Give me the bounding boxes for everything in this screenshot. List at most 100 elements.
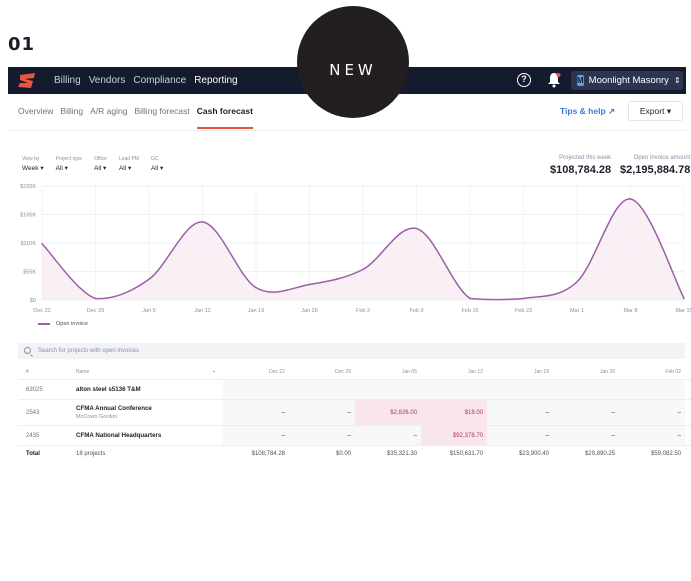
table-cell	[421, 380, 487, 399]
row-name-cell: CFMA Annual Conference McCown Gordon	[68, 405, 213, 420]
tab-cash-forecast[interactable]: Cash forecast	[196, 106, 254, 130]
column-header[interactable]: Jan 12	[421, 364, 487, 379]
caret-down-icon: ▾	[103, 165, 107, 172]
data-point	[362, 268, 364, 271]
filter-gc[interactable]: GC All ▾	[151, 156, 163, 172]
app-logo-icon[interactable]	[18, 72, 38, 89]
y-tick-label: $0	[30, 298, 36, 304]
notification-bell-icon[interactable]	[547, 72, 561, 88]
tab-billing-forecast[interactable]: Billing forecast	[134, 106, 189, 130]
project-name[interactable]: CFMA Annual Conference	[76, 405, 213, 412]
search-placeholder: Search for projects with open invoices	[38, 348, 140, 354]
project-search[interactable]: Search for projects with open invoices	[18, 343, 685, 359]
tab-billing[interactable]: Billing	[60, 106, 83, 130]
table-row[interactable]: 2435 CFMA National Headquarters – – – $9…	[18, 426, 691, 446]
table-cell: –	[619, 400, 685, 425]
column-header[interactable]: Jan 26	[553, 364, 619, 379]
data-point	[522, 297, 525, 300]
total-cell: $23,900.40	[518, 451, 549, 457]
help-icon[interactable]: ?	[517, 73, 531, 87]
total-cell: $150,631.70	[449, 451, 483, 457]
table-cell: –	[289, 426, 355, 445]
column-header[interactable]: Name	[68, 369, 213, 375]
table-cell	[553, 380, 619, 399]
caret-down-icon: ▾	[666, 106, 672, 116]
row-name-cell: CFMA National Headquarters	[68, 432, 213, 439]
table-cell	[289, 380, 355, 399]
x-tick-label: Jan 12	[194, 308, 211, 314]
filter-value: All	[93, 165, 102, 172]
column-header[interactable]: Jan 05	[355, 364, 421, 379]
table-cell: –	[487, 400, 553, 425]
filter-label: View by	[22, 156, 40, 162]
filter-project-type[interactable]: Project type All ▾	[56, 156, 82, 172]
filter-value: All	[150, 165, 159, 172]
chart-legend: Open invoice	[38, 321, 88, 327]
search-icon	[24, 347, 31, 354]
x-tick-label: Dec 29	[87, 308, 104, 314]
y-tick-label: $220K	[20, 184, 36, 190]
total-cell: $108,784.28	[251, 451, 285, 457]
filter-label: GC	[150, 156, 159, 162]
data-point	[255, 286, 257, 289]
x-tick-label: Feb 9	[409, 308, 423, 314]
table-cell: –	[289, 400, 355, 425]
project-name[interactable]: CFMA National Headquarters	[76, 432, 213, 439]
table-cell: $2,826.00	[355, 400, 421, 425]
export-button[interactable]: Export ▾	[628, 101, 683, 121]
y-tick-label: $110K	[21, 241, 37, 247]
table-cell: –	[553, 426, 619, 445]
table-cell: –	[619, 426, 685, 445]
total-cell: $35,321.30	[386, 451, 417, 457]
nav-item-reporting[interactable]: Reporting	[194, 75, 237, 86]
project-name[interactable]: alton steel s5136 T&M	[76, 386, 213, 393]
total-projects: 18 projects	[76, 451, 106, 457]
filter-lead-pm[interactable]: Lead PM All ▾	[119, 156, 139, 172]
org-switcher[interactable]: M Moonlight Masonry ⇕	[571, 71, 683, 90]
org-name: Moonlight Masonry	[588, 75, 669, 86]
report-tabs: Overview Billing A/R aging Billing forec…	[18, 106, 254, 130]
total-label: Total	[26, 451, 40, 457]
metric-label: Open invoice amount	[633, 155, 691, 161]
table-cell: –	[487, 426, 553, 445]
nav-item-billing[interactable]: Billing	[54, 75, 81, 86]
data-point	[94, 297, 97, 300]
cash-forecast-chart: $0 $55K $110K $165K $220K Dec 22 Dec 29 Jan 5 Ja…	[20, 184, 691, 314]
x-tick-label: Feb 16	[461, 308, 478, 314]
filter-office[interactable]: Office All ▾	[94, 156, 107, 172]
x-tick-label: Feb 2	[356, 308, 370, 314]
slide-number: 01	[8, 34, 36, 55]
filter-value: Week	[22, 165, 39, 172]
data-point	[415, 227, 418, 230]
x-tick-label: Jan 19	[248, 308, 265, 314]
table-row[interactable]: 63025 alton steel s5136 T&M	[18, 380, 691, 400]
filter-view-by[interactable]: View by Week ▾	[22, 156, 44, 172]
screenshot-stage: 01 Billing Vendors Compliance Reporting …	[0, 0, 691, 581]
caret-down-icon: ▾	[128, 165, 132, 172]
legend-swatch	[38, 323, 50, 325]
x-tick-label: Feb 23	[515, 308, 532, 314]
column-header[interactable]: Dec 22	[223, 364, 289, 379]
data-point	[308, 283, 311, 286]
nav-item-compliance[interactable]: Compliance	[133, 75, 186, 86]
nav-item-vendors[interactable]: Vendors	[89, 75, 126, 86]
total-cell: $0.00	[335, 451, 351, 457]
filter-label: Lead PM	[118, 156, 139, 162]
tab-ar-aging[interactable]: A/R aging	[90, 106, 127, 130]
tips-help-link[interactable]: Tips & help ↗	[560, 106, 615, 117]
column-header[interactable]: Dec 29	[289, 364, 355, 379]
column-header[interactable]: Feb 02	[619, 364, 685, 379]
table-row[interactable]: 2543 CFMA Annual Conference McCown Gordo…	[18, 400, 691, 426]
table-cell: –	[553, 400, 619, 425]
projects-table: # Name ▪ Dec 22 Dec 29 Jan 05 Jan 12 Jan…	[18, 364, 691, 462]
table-cell: –	[355, 426, 421, 445]
column-header[interactable]: Jan 19	[487, 364, 553, 379]
column-header[interactable]: #	[18, 369, 68, 375]
row-number: 63025	[26, 386, 43, 393]
filter-label: Office	[93, 156, 107, 162]
project-client: McCown Gordon	[76, 414, 118, 420]
table-header: # Name ▪ Dec 22 Dec 29 Jan 05 Jan 12 Jan…	[18, 364, 691, 380]
row-number: 2543	[26, 409, 40, 416]
metric-open-invoice: Open invoice amount $2,195,884.78	[620, 155, 690, 176]
tab-overview[interactable]: Overview	[18, 106, 53, 130]
